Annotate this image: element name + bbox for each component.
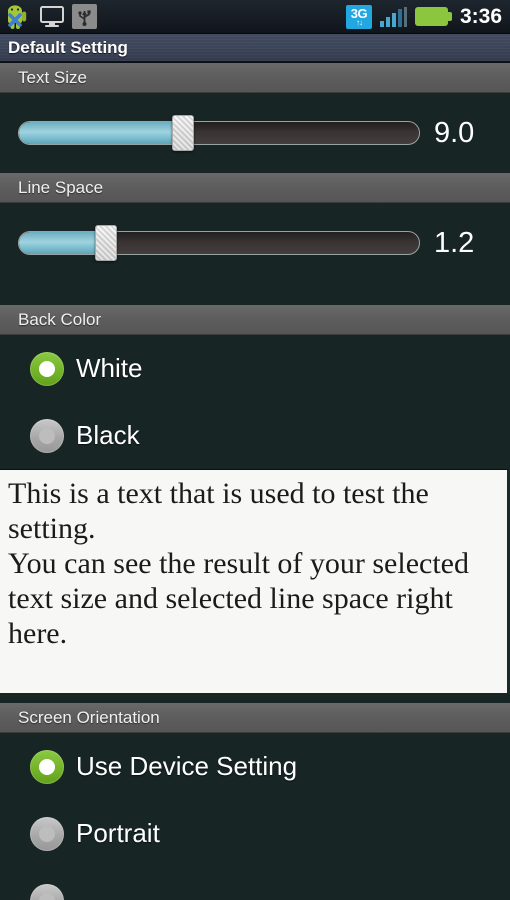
orientation-option-cutoff[interactable] xyxy=(0,867,510,900)
line-space-row: 1.2 xyxy=(0,203,510,283)
radio-label: Use Device Setting xyxy=(76,751,298,781)
section-label: Screen Orientation xyxy=(18,707,160,727)
title-bar: Default Setting xyxy=(0,34,510,63)
back-color-option-black[interactable]: Black xyxy=(0,402,510,469)
spacer xyxy=(0,283,510,305)
preview-line-1: This is a text that is used to test the … xyxy=(8,477,429,546)
monitor-icon xyxy=(40,5,64,28)
android-robot-icon xyxy=(6,4,32,30)
line-space-slider-fill xyxy=(19,232,107,254)
3g-arrows: ↑↓ xyxy=(355,17,363,27)
signal-bars-icon xyxy=(379,6,407,27)
line-space-slider-thumb[interactable] xyxy=(95,225,118,261)
battery-icon xyxy=(414,7,452,26)
text-size-row: 9.0 xyxy=(0,93,510,173)
radio-unselected-icon[interactable] xyxy=(30,418,64,453)
status-bar: 3G ↑↓ 3:36 xyxy=(0,0,510,34)
radio-unselected-icon[interactable] xyxy=(30,816,64,851)
radio-selected-icon[interactable] xyxy=(30,351,64,386)
line-space-slider[interactable] xyxy=(18,225,420,261)
line-space-value: 1.2 xyxy=(434,226,475,259)
status-bar-left-icons xyxy=(6,4,97,30)
section-header-back-color: Back Color xyxy=(0,305,510,335)
text-size-value: 9.0 xyxy=(434,116,475,149)
text-size-slider[interactable] xyxy=(18,115,420,151)
status-bar-right-icons: 3G ↑↓ 3:36 xyxy=(345,4,502,29)
line-space-slider-track[interactable] xyxy=(18,231,420,255)
3g-data-icon: 3G ↑↓ xyxy=(345,4,372,29)
spacer xyxy=(0,693,510,703)
text-size-slider-fill xyxy=(19,122,183,144)
orientation-option-use-device-setting[interactable]: Use Device Setting xyxy=(0,733,510,800)
preview-line-2: You can see the result of your selected … xyxy=(8,547,469,651)
section-header-line-space: Line Space xyxy=(0,173,510,203)
preview-panel: This is a text that is used to test the … xyxy=(0,469,510,693)
section-label: Line Space xyxy=(18,177,104,197)
section-label: Text Size xyxy=(18,67,87,87)
page-title: Default Setting xyxy=(8,37,128,57)
radio-unselected-icon[interactable] xyxy=(30,883,64,900)
text-size-slider-track[interactable] xyxy=(18,121,420,145)
radio-label: Portrait xyxy=(76,818,160,848)
app-screen: 3G ↑↓ 3:36 Default Setting Text Size 9.0… xyxy=(0,0,510,900)
section-header-screen-orientation: Screen Orientation xyxy=(0,703,510,733)
text-size-slider-thumb[interactable] xyxy=(171,115,194,151)
orientation-option-portrait[interactable]: Portrait xyxy=(0,800,510,867)
status-bar-clock: 3:36 xyxy=(459,4,502,28)
radio-selected-icon[interactable] xyxy=(30,749,64,784)
radio-label: Black xyxy=(76,420,140,450)
radio-label: White xyxy=(76,353,143,383)
section-label: Back Color xyxy=(18,309,102,329)
back-color-option-white[interactable]: White xyxy=(0,335,510,402)
usb-icon xyxy=(72,4,97,29)
section-header-text-size: Text Size xyxy=(0,63,510,93)
